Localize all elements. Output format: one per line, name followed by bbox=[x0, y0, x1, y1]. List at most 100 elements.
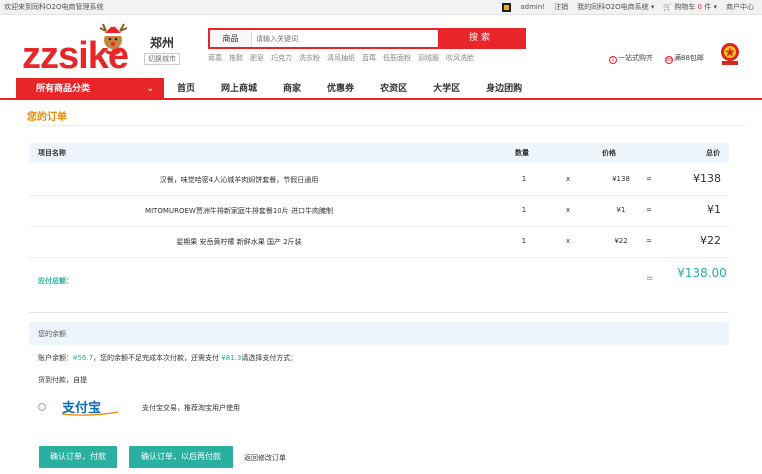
nav-item-coupons[interactable]: 优惠券 bbox=[314, 78, 367, 100]
alipay-logo-text: 支付宝 bbox=[61, 400, 101, 416]
payable-equals-sign: = bbox=[646, 274, 654, 284]
my-system-label: 我的同科O2O电商系统 bbox=[577, 3, 649, 11]
item-qty: 1 bbox=[521, 175, 527, 183]
nav-items: 首页 网上商城 商家 优惠券 农资区 大学区 身边团购 bbox=[164, 78, 535, 100]
christmas-deer-icon bbox=[99, 23, 128, 55]
equals-sign: = bbox=[646, 206, 652, 214]
balance-label: 账户余额： bbox=[38, 354, 73, 362]
nav-item-group-buy[interactable]: 身边团购 bbox=[473, 78, 535, 100]
promise-free-shipping: 88 满88包邮 bbox=[665, 53, 704, 64]
cart-count: 0 bbox=[697, 3, 703, 11]
hot-keyword[interactable]: 低筋面粉 bbox=[383, 53, 411, 63]
hot-keyword[interactable]: 茼蒿 bbox=[208, 53, 222, 63]
hot-keyword[interactable]: 清风抽纸 bbox=[327, 53, 355, 63]
section-divider bbox=[29, 312, 729, 313]
item-name[interactable]: MITOMUROEW贾洲牛排新家庭牛排套餐10片 进口牛肉腌制 bbox=[29, 206, 449, 216]
cash-on-delivery-option[interactable]: 货到付款，自提 bbox=[38, 375, 87, 385]
hot-keyword[interactable]: 吹风洗脸 bbox=[446, 53, 474, 63]
free-shipping-icon: 88 bbox=[665, 56, 673, 64]
back-to-edit-link[interactable]: 返回修改订单 bbox=[244, 453, 286, 463]
username-link[interactable]: admin! bbox=[520, 3, 545, 11]
item-name[interactable]: 汉餐，味觉哈密4人沁城羊肉焖饼套餐，节假日通用 bbox=[29, 175, 449, 185]
chevron-down-icon: ▾ bbox=[650, 3, 655, 11]
current-city: 郑州 bbox=[150, 36, 175, 50]
item-name[interactable]: 星期果 安岳黄柠檬 新鲜水果 国产 2斤装 bbox=[29, 237, 449, 247]
cart-label: 购物车 bbox=[674, 3, 696, 11]
times-sign: x bbox=[566, 206, 571, 214]
promise-free-shipping-label: 满88包邮 bbox=[674, 54, 704, 62]
certification-emblem-icon[interactable] bbox=[719, 42, 741, 66]
item-total: ¥1 bbox=[707, 203, 721, 216]
balance-section-title: 您的余额 bbox=[38, 330, 66, 338]
site-logo[interactable]: zzsike bbox=[22, 23, 140, 77]
header: zzsike 郑州 切换城市 商品 搜索 茼蒿 拖鞋 肥皂 巧克力 洗衣粉 清风… bbox=[0, 15, 762, 78]
nav-item-agri[interactable]: 农资区 bbox=[367, 78, 420, 100]
item-total: ¥22 bbox=[700, 234, 721, 247]
balance-amount: ¥56.7 bbox=[73, 354, 94, 362]
chevron-down-icon: ⌄ bbox=[146, 84, 154, 94]
one-stop-icon: 1 bbox=[609, 56, 617, 64]
balance-message: ，您的余额不足完成本次付款，还需支付 bbox=[93, 354, 220, 362]
merchant-center-link[interactable]: 商户中心 bbox=[726, 2, 754, 12]
confirm-and-pay-button[interactable]: 确认订单，付款 bbox=[39, 446, 117, 468]
search-input[interactable] bbox=[256, 31, 436, 46]
hot-keywords: 茼蒿 拖鞋 肥皂 巧克力 洗衣粉 清风抽纸 蓝莓 低筋面粉 羽绒服 吹风洗脸 bbox=[208, 53, 474, 63]
hot-keyword[interactable]: 巧克力 bbox=[271, 53, 292, 63]
all-categories-menu[interactable]: 所有商品分类 ⌄ bbox=[16, 78, 164, 100]
confirm-pay-later-button[interactable]: 确认订单，以后再付款 bbox=[129, 446, 233, 468]
cart-unit: 件 bbox=[704, 3, 712, 11]
alipay-logo-icon: 支付宝 bbox=[61, 400, 119, 416]
equals-sign: = bbox=[646, 237, 652, 245]
all-categories-label: 所有商品分类 bbox=[36, 84, 91, 94]
choose-payment-text: 请选择支付方式： bbox=[241, 354, 298, 362]
cart-link[interactable]: 🛒 购物车 0 件 ▾ bbox=[663, 2, 717, 12]
alipay-description: 支付宝交易，推荐淘宝用户使用 bbox=[142, 404, 240, 412]
table-row: 汉餐，味觉哈密4人沁城羊肉焖饼套餐，节假日通用 1 x ¥138 = ¥138 bbox=[29, 165, 729, 196]
my-system-link[interactable]: 我的同科O2O电商系统 ▾ bbox=[577, 2, 654, 12]
logout-link[interactable]: 注销 bbox=[554, 2, 568, 12]
payable-total-value: ¥138.00 bbox=[677, 266, 727, 280]
hot-keyword[interactable]: 蓝莓 bbox=[362, 53, 376, 63]
nav-item-merchants[interactable]: 商家 bbox=[270, 78, 314, 100]
order-table-header: 项目名称 数量 价格 总价 bbox=[29, 143, 729, 163]
chevron-down-icon: ▾ bbox=[713, 3, 717, 11]
top-bar-links: admin! 注销 我的同科O2O电商系统 ▾ 🛒 购物车 0 件 ▾ 商户中心 bbox=[502, 2, 754, 12]
title-divider bbox=[27, 125, 746, 126]
item-qty: 1 bbox=[521, 237, 527, 245]
top-bar: 欢迎来到同科O2O电商管理系统 admin! 注销 我的同科O2O电商系统 ▾ … bbox=[0, 0, 762, 15]
hot-keyword[interactable]: 羽绒服 bbox=[418, 53, 439, 63]
cart-icon: 🛒 bbox=[663, 3, 673, 11]
hot-keyword[interactable]: 洗衣粉 bbox=[299, 53, 320, 63]
payable-total-label: 应付总额： bbox=[38, 277, 73, 285]
welcome-text: 欢迎来到同科O2O电商管理系统 bbox=[4, 3, 104, 11]
balance-section-header: 您的余额 bbox=[29, 322, 729, 345]
table-row: 星期果 安岳黄柠檬 新鲜水果 国产 2斤装 1 x ¥22 = ¥22 bbox=[29, 227, 729, 258]
search-bar: 商品 搜索 bbox=[208, 28, 526, 49]
search-category-select[interactable]: 商品 bbox=[210, 30, 252, 47]
promise-one-stop: 1 一站式购齐 bbox=[609, 53, 653, 64]
times-sign: x bbox=[566, 175, 571, 183]
col-header-qty: 数量 bbox=[515, 149, 529, 157]
page-title: 您的订单 bbox=[27, 112, 67, 123]
equals-sign: = bbox=[646, 175, 652, 183]
hot-keyword[interactable]: 肥皂 bbox=[250, 53, 264, 63]
balance-info: 账户余额：¥56.7，您的余额不足完成本次付款，还需支付 ¥81.3请选择支付方… bbox=[38, 353, 297, 363]
col-header-total: 总价 bbox=[706, 149, 720, 157]
item-price: ¥138 bbox=[612, 175, 630, 183]
search-button[interactable]: 搜索 bbox=[438, 30, 524, 47]
col-header-price: 价格 bbox=[602, 149, 616, 157]
brand-mini-icon bbox=[502, 2, 512, 12]
nav-item-home[interactable]: 首页 bbox=[164, 78, 208, 100]
alipay-radio[interactable] bbox=[38, 403, 46, 411]
nav-item-mall[interactable]: 网上商城 bbox=[208, 78, 270, 100]
table-row: MITOMUROEW贾洲牛排新家庭牛排套餐10片 进口牛肉腌制 1 x ¥1 =… bbox=[29, 196, 729, 227]
col-header-name: 项目名称 bbox=[38, 149, 66, 157]
item-price: ¥22 bbox=[614, 237, 628, 245]
amount-needed: ¥81.3 bbox=[221, 354, 242, 362]
nav-item-university[interactable]: 大学区 bbox=[420, 78, 473, 100]
alipay-option[interactable]: 支付宝 支付宝交易，推荐淘宝用户使用 bbox=[38, 398, 438, 418]
item-total: ¥138 bbox=[693, 172, 721, 185]
switch-city-button[interactable]: 切换城市 bbox=[144, 53, 180, 65]
hot-keyword[interactable]: 拖鞋 bbox=[229, 53, 243, 63]
promise-one-stop-label: 一站式购齐 bbox=[618, 54, 653, 62]
